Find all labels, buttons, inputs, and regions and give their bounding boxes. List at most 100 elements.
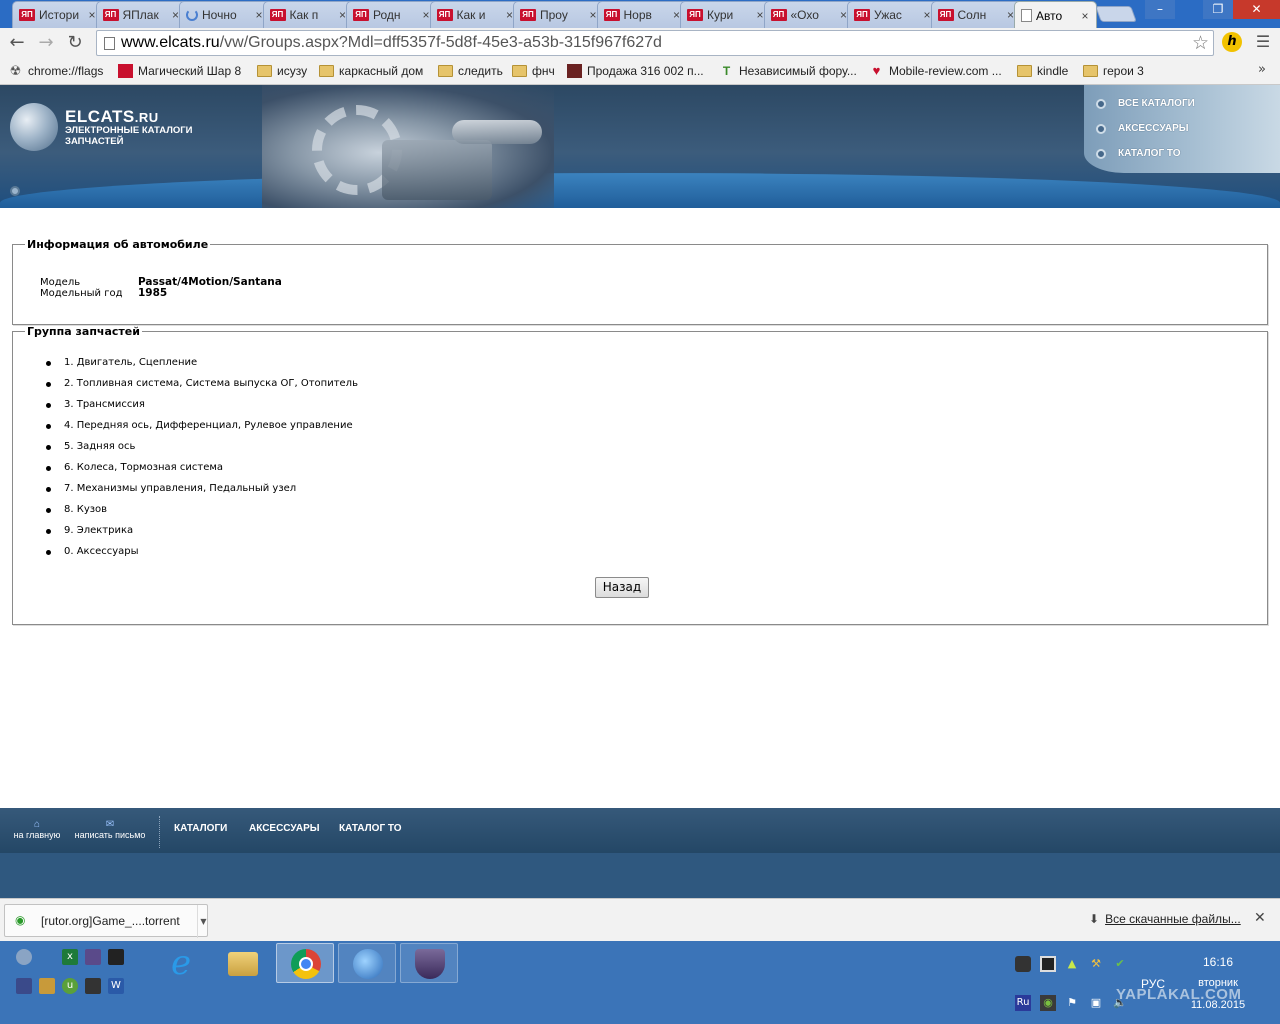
yaplakal-favicon-icon: ЯП bbox=[937, 9, 954, 21]
browser-tab[interactable]: ЯП Норв × bbox=[596, 1, 689, 28]
chrome-icon-center bbox=[299, 957, 313, 971]
word-icon[interactable]: W bbox=[108, 978, 124, 994]
footer-mail-link[interactable]: ✉ написать письмо bbox=[72, 820, 148, 841]
archive-icon[interactable] bbox=[39, 978, 55, 994]
top-menu-item[interactable]: АКСЕССУАРЫ bbox=[1096, 123, 1189, 134]
parts-group-item[interactable]: 3. Трансмиссия bbox=[46, 398, 358, 419]
header-bullet-icon bbox=[10, 186, 20, 196]
tray-language-badge[interactable]: Ru bbox=[1015, 995, 1031, 1011]
close-tab-icon[interactable]: × bbox=[1078, 9, 1092, 23]
logo-subtitle: ЭЛЕКТРОННЫЕ КАТАЛОГИ ЗАПЧАСТЕЙ bbox=[65, 125, 193, 147]
show-all-downloads-link[interactable]: ⬇ Все скачанные файлы... bbox=[1089, 912, 1241, 926]
taskbar-ie[interactable]: e bbox=[152, 943, 210, 983]
bookmark-item[interactable]: исузу bbox=[257, 62, 307, 80]
bookmark-star-icon[interactable]: ☆ bbox=[1192, 31, 1209, 55]
clock-time[interactable]: 16:16 bbox=[1190, 955, 1246, 969]
chrome-menu-icon[interactable]: ☰ bbox=[1254, 32, 1272, 52]
quicklaunch-disc-icon[interactable] bbox=[16, 949, 32, 965]
folder-icon bbox=[512, 65, 527, 77]
browser-tab[interactable]: ЯП Как п × bbox=[262, 1, 355, 28]
taskbar-app-game[interactable] bbox=[400, 943, 458, 983]
tray-security-icon[interactable]: ✔ bbox=[1112, 956, 1128, 972]
parts-group-item[interactable]: 6. Колеса, Тормозная система bbox=[46, 461, 358, 482]
parts-group-item[interactable]: 2. Топливная система, Система выпуска ОГ… bbox=[46, 377, 358, 398]
document-app-icon[interactable] bbox=[16, 978, 32, 994]
browser-tab[interactable]: ЯП Родн × bbox=[346, 1, 438, 28]
excel-icon[interactable]: x bbox=[62, 949, 78, 965]
url-text[interactable]: www.elcats.ru/vw/Groups.aspx?Mdl=dff5357… bbox=[121, 34, 662, 52]
bookmark-item[interactable]: kindle bbox=[1017, 62, 1068, 80]
new-tab-button[interactable] bbox=[1095, 6, 1137, 22]
chevron-down-icon[interactable]: ▼ bbox=[197, 905, 209, 938]
media-app-icon[interactable] bbox=[85, 978, 101, 994]
bookmark-item[interactable]: герои 3 bbox=[1083, 62, 1144, 80]
bookmark-item[interactable]: фнч bbox=[512, 62, 555, 80]
browser-tab[interactable]: Ночно × bbox=[179, 1, 271, 28]
folder-icon bbox=[319, 65, 334, 77]
yaplakal-favicon-icon: ЯП bbox=[770, 9, 787, 21]
picture-viewer-icon[interactable] bbox=[85, 949, 101, 965]
browser-tab[interactable]: ЯП Солн × bbox=[930, 1, 1023, 28]
yaplakal-favicon-icon: ЯП bbox=[854, 9, 870, 21]
footer-link-service-catalog[interactable]: КАТАЛОГ ТО bbox=[339, 823, 402, 834]
address-bar[interactable]: www.elcats.ru/vw/Groups.aspx?Mdl=dff5357… bbox=[96, 30, 1214, 56]
browser-tab[interactable]: ЯП «Охо × bbox=[763, 1, 856, 28]
bookmark-item[interactable]: каркасный дом bbox=[319, 62, 423, 80]
reload-icon[interactable]: ↻ bbox=[64, 32, 86, 54]
bookmarks-more-button[interactable]: » bbox=[1258, 62, 1266, 77]
taskbar-explorer[interactable] bbox=[214, 943, 272, 983]
browser-tab[interactable]: Авто × bbox=[1014, 1, 1097, 29]
footer-link-catalogs[interactable]: КАТАЛОГИ bbox=[174, 823, 227, 834]
parts-group-item[interactable]: 4. Передняя ось, Дифференциал, Рулевое у… bbox=[46, 419, 358, 440]
browser-tab[interactable]: ЯП Истори × bbox=[12, 1, 104, 28]
bookmark-item[interactable]: Магический Шар 8 bbox=[118, 62, 241, 80]
browser-tab[interactable]: ЯП ЯПлак × bbox=[95, 1, 188, 28]
bookmark-item[interactable]: ♥ Mobile-review.com ... bbox=[869, 62, 1002, 80]
site-logo[interactable]: ELCATS.RU bbox=[65, 107, 159, 127]
action-center-flag-icon[interactable]: ⚑ bbox=[1064, 995, 1080, 1011]
tray-android-icon[interactable]: ▲ bbox=[1064, 956, 1080, 972]
parts-group-item[interactable]: 1. Двигатель, Сцепление bbox=[46, 356, 358, 377]
tray-monitor-icon[interactable] bbox=[1040, 956, 1056, 972]
parts-group-item[interactable]: 9. Электрика bbox=[46, 524, 358, 545]
logo-tld: .RU bbox=[134, 110, 159, 125]
browser-tab[interactable]: ЯП Как и × bbox=[429, 1, 522, 28]
tray-nvidia-icon[interactable]: ◉ bbox=[1040, 995, 1056, 1011]
taskbar-app-globe[interactable] bbox=[338, 943, 396, 983]
close-icon[interactable]: ✕ bbox=[1254, 910, 1266, 926]
bookmark-item[interactable]: ☢ chrome://flags bbox=[8, 62, 104, 80]
taskbar-chrome[interactable] bbox=[276, 943, 334, 983]
bookmark-item[interactable]: следить bbox=[438, 62, 503, 80]
maximize-button[interactable]: ❐ bbox=[1203, 0, 1233, 19]
parts-group-item[interactable]: 0. Аксессуары bbox=[46, 545, 358, 566]
footer-home-link[interactable]: ⌂ на главную bbox=[12, 820, 62, 841]
bookmark-item[interactable]: Т Независимый фору... bbox=[719, 62, 857, 80]
utorrent-icon[interactable]: u bbox=[62, 978, 78, 994]
top-menu-item[interactable]: ВСЕ КАТАЛОГИ bbox=[1096, 98, 1195, 109]
back-button[interactable]: Назад bbox=[595, 577, 649, 598]
network-icon[interactable]: ▣ bbox=[1088, 995, 1104, 1011]
forward-arrow-icon[interactable]: → bbox=[35, 32, 57, 54]
tray-tool-icon[interactable]: ⚒ bbox=[1088, 956, 1104, 972]
browser-tab[interactable]: ЯП Ужас × bbox=[847, 1, 939, 28]
extension-icon[interactable]: h bbox=[1222, 32, 1242, 52]
bookmark-item[interactable]: Продажа 316 002 п... bbox=[567, 62, 704, 80]
tray-app-icon[interactable] bbox=[1015, 956, 1031, 972]
parts-group-item[interactable]: 5. Задняя ось bbox=[46, 440, 358, 461]
pattern-app-icon[interactable] bbox=[108, 949, 124, 965]
tab-label: Авто bbox=[1036, 8, 1063, 23]
browser-tab[interactable]: ЯП Кури × bbox=[680, 1, 772, 28]
download-item[interactable]: ◉ [rutor.org]Game_....torrent ▼ bbox=[4, 904, 209, 938]
footer-link-accessories[interactable]: АКСЕССУАРЫ bbox=[249, 823, 320, 834]
parts-group-legend: Группа запчастей bbox=[27, 325, 140, 338]
parts-group-item[interactable]: 7. Механизмы управления, Педальный узел bbox=[46, 482, 358, 503]
parts-group-item[interactable]: 8. Кузов bbox=[46, 503, 358, 524]
minimize-button[interactable]: – bbox=[1145, 0, 1175, 19]
browser-tab[interactable]: ЯП Проу × bbox=[513, 1, 605, 28]
top-menu-item[interactable]: КАТАЛОГ ТО bbox=[1096, 148, 1181, 159]
download-shelf: ◉ [rutor.org]Game_....torrent ▼ ⬇ Все ска… bbox=[0, 898, 1280, 941]
globe-logo-icon[interactable] bbox=[10, 103, 58, 151]
close-window-button[interactable]: ✕ bbox=[1233, 0, 1280, 19]
back-arrow-icon[interactable]: ← bbox=[6, 32, 28, 54]
bookmark-label: Продажа 316 002 п... bbox=[587, 64, 704, 78]
